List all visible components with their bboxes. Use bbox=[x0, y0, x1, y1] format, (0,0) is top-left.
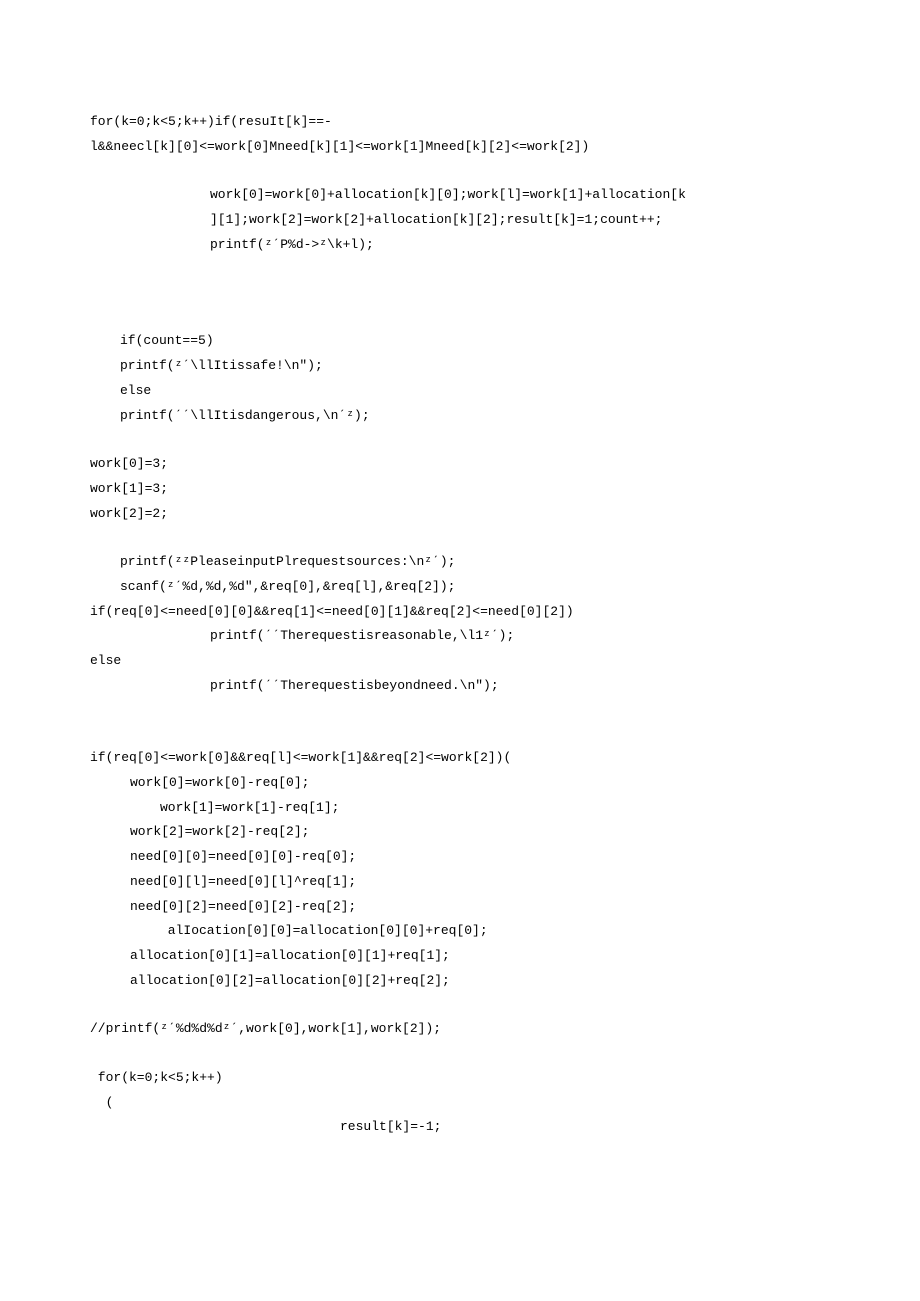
code-line: l&&neecl[k][0]<=work[0]Mneed[k][1]<=work… bbox=[60, 135, 860, 160]
code-line: printf(ᶻˊ\llItissafe!\n″); bbox=[60, 354, 860, 379]
code-line: work[1]=work[1]-req[1]; bbox=[60, 796, 860, 821]
code-block: for(k=0;k<5;k++)if(resuIt[k]==-l&&neecl[… bbox=[60, 110, 860, 1140]
blank-line bbox=[60, 722, 860, 746]
code-line: allocation[0][2]=allocation[0][2]+req[2]… bbox=[60, 969, 860, 994]
code-line: else bbox=[60, 649, 860, 674]
blank-line bbox=[60, 1042, 860, 1066]
code-line: work[2]=2; bbox=[60, 502, 860, 527]
code-line: work[2]=work[2]-req[2]; bbox=[60, 820, 860, 845]
code-line: need[0][l]=need[0][l]^req[1]; bbox=[60, 870, 860, 895]
code-line: for(k=0;k<5;k++)if(resuIt[k]==- bbox=[60, 110, 860, 135]
blank-line bbox=[60, 281, 860, 305]
code-line: else bbox=[60, 379, 860, 404]
code-line: ( bbox=[60, 1091, 860, 1116]
code-line: need[0][2]=need[0][2]-req[2]; bbox=[60, 895, 860, 920]
code-line: work[0]=work[0]-req[0]; bbox=[60, 771, 860, 796]
code-line: for(k=0;k<5;k++) bbox=[60, 1066, 860, 1091]
code-line: if(req[0]<=work[0]&&req[l]<=work[1]&&req… bbox=[60, 746, 860, 771]
code-line: printf(ᶻˊP%d->ᶻ\k+l); bbox=[60, 233, 860, 258]
code-line: work[1]=3; bbox=[60, 477, 860, 502]
code-document: for(k=0;k<5;k++)if(resuIt[k]==-l&&neecl[… bbox=[0, 0, 920, 1200]
blank-line bbox=[60, 526, 860, 550]
blank-line bbox=[60, 305, 860, 329]
blank-line bbox=[60, 428, 860, 452]
code-line: printf(ˊˊTherequestisreasonable,\l1ᶻˊ); bbox=[60, 624, 860, 649]
code-line: //printf(ᶻˊ%d%d%dᶻˊ,work[0],work[1],work… bbox=[60, 1017, 860, 1042]
code-line: printf(ˊˊTherequestisbeyondneed.\n″); bbox=[60, 674, 860, 699]
code-line: if(req[0]<=need[0][0]&&req[1]<=need[0][1… bbox=[60, 600, 860, 625]
blank-line bbox=[60, 257, 860, 281]
code-line: scanf(ᶻˊ%d,%d,%d",&req[0],&req[l],&req[2… bbox=[60, 575, 860, 600]
code-line: work[0]=work[0]+allocation[k][0];work[l]… bbox=[60, 183, 860, 208]
code-line: ][1];work[2]=work[2]+allocation[k][2];re… bbox=[60, 208, 860, 233]
code-line: allocation[0][1]=allocation[0][1]+req[1]… bbox=[60, 944, 860, 969]
code-line: work[0]=3; bbox=[60, 452, 860, 477]
blank-line bbox=[60, 698, 860, 722]
code-line: alIocation[0][0]=allocation[0][0]+req[0]… bbox=[60, 919, 860, 944]
code-line: need[0][0]=need[0][0]-req[0]; bbox=[60, 845, 860, 870]
code-line: result[k]=-1; bbox=[60, 1115, 860, 1140]
code-line: printf(ᶻᶻPleaseinputPlrequestsources:\nᶻ… bbox=[60, 550, 860, 575]
code-line: if(count==5) bbox=[60, 329, 860, 354]
blank-line bbox=[60, 159, 860, 183]
blank-line bbox=[60, 993, 860, 1017]
code-line: printf(ˊˊ\llItisdangerous,\nˊᶻ); bbox=[60, 404, 860, 429]
